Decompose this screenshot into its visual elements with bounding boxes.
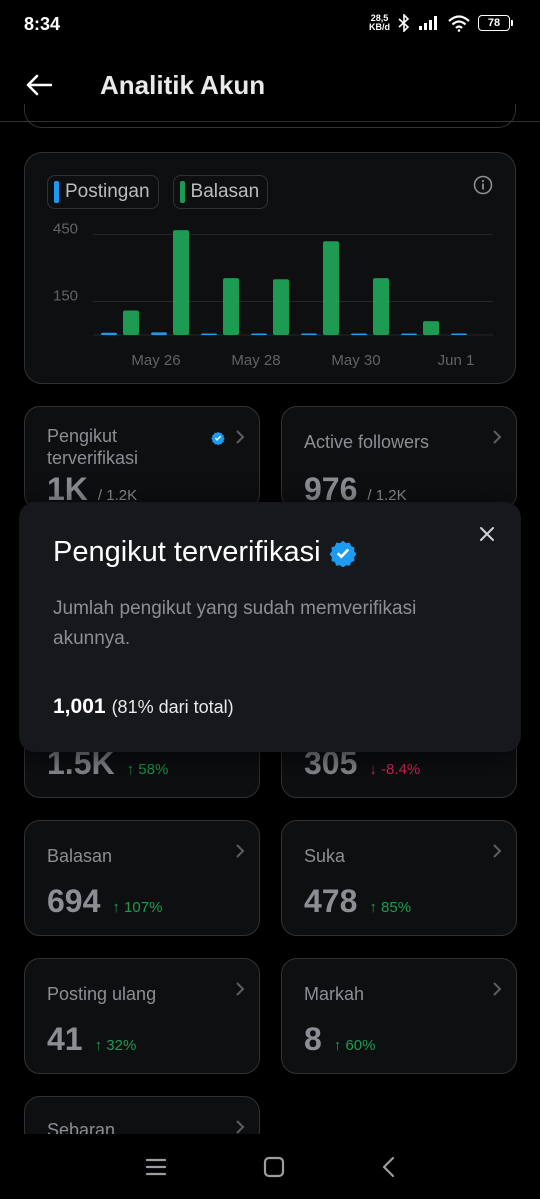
card-delta: ↑ 85% (369, 899, 412, 916)
chevron-right-icon (493, 844, 502, 858)
y-tick-label: 150 (53, 288, 78, 305)
bar-postingan (151, 332, 167, 335)
x-tick-label: Jun 1 (438, 352, 475, 369)
home-icon[interactable] (263, 1156, 285, 1178)
bar-postingan (201, 333, 217, 335)
card-label: Active followers (304, 432, 430, 452)
popup-stat: 1,001 (81% dari total) (53, 695, 234, 719)
bar-postingan (451, 333, 467, 335)
card-value: 694 ↑ 107% (47, 883, 163, 919)
card-reposts[interactable]: Posting ulang 41 ↑ 32% (24, 958, 260, 1074)
activity-chart-card: Postingan Balasan 450 150 May 26 May 28 May … (24, 152, 516, 384)
bar-postingan (351, 333, 367, 335)
bar-balasan (323, 241, 339, 335)
card-delta: ↓ -8.4% (369, 761, 421, 778)
card-delta: ↑ 58% (126, 761, 169, 778)
arrow-left-icon (26, 74, 52, 96)
network-speed: 28,5 KB/d (369, 13, 390, 32)
bar-postingan (251, 333, 267, 335)
chevron-right-icon (236, 430, 245, 444)
card-label: Suka (304, 846, 346, 866)
card-value: 41 ↑ 32% (47, 1021, 137, 1057)
bar-balasan (123, 310, 139, 335)
bar-postingan (301, 333, 317, 335)
card-verified-followers[interactable]: Pengikut terverifikasi 1K/ 1.2K (24, 406, 260, 510)
chevron-right-icon (236, 982, 245, 996)
verified-followers-popup: Pengikut terverifikasi Jumlah pengikut y… (19, 502, 521, 752)
back-button[interactable] (22, 68, 56, 102)
card-label: Posting ulang (47, 984, 157, 1004)
status-icons: 28,5 KB/d 78 (369, 13, 513, 32)
menu-icon[interactable] (145, 1158, 167, 1176)
popup-description: Jumlah pengikut yang sudah memverifikasi… (53, 598, 417, 649)
close-button[interactable] (475, 522, 499, 546)
card-label: Pengikut terverifikasi (47, 426, 139, 468)
battery-indicator: 78 (478, 15, 513, 31)
card-active-followers[interactable]: Active followers 976/ 1.2K (281, 406, 517, 510)
chevron-right-icon (493, 982, 502, 996)
card-value: 478 ↑ 85% (304, 883, 412, 919)
bar-balasan (273, 279, 289, 335)
chevron-right-icon (236, 844, 245, 858)
card-label: Markah (304, 984, 365, 1004)
card-delta: ↑ 60% (333, 1037, 376, 1054)
popup-count: 1,001 (53, 695, 106, 718)
x-tick-label: May 26 (131, 352, 180, 369)
card-likes[interactable]: Suka 478 ↑ 85% (281, 820, 517, 936)
card-delta: ↑ 107% (112, 899, 163, 916)
close-icon (480, 527, 494, 541)
bluetooth-icon (398, 14, 410, 32)
popup-percent: (81% dari total) (111, 697, 234, 717)
card-bookmarks[interactable]: Markah 8 ↑ 60% (281, 958, 517, 1074)
bar-balasan (223, 278, 239, 335)
status-time: 8:34 (24, 14, 61, 34)
card-delta: ↑ 32% (94, 1037, 137, 1054)
signal-icon (419, 16, 437, 30)
system-nav-bar (0, 1134, 540, 1199)
bar-postingan (401, 333, 417, 335)
card-replies[interactable]: Balasan 694 ↑ 107% (24, 820, 260, 936)
chevron-right-icon (236, 1120, 245, 1134)
bar-balasan (423, 321, 439, 335)
bar-balasan (173, 230, 189, 335)
previous-card-edge (24, 104, 516, 128)
bar-postingan (101, 332, 117, 335)
card-label: Balasan (47, 846, 113, 866)
verified-badge-icon (211, 431, 225, 445)
chevron-right-icon (493, 430, 502, 444)
popup-title: Pengikut terverifikasi (53, 536, 357, 569)
bar-chart: 450 150 May 26 May 28 May 30 Jun 1 (53, 221, 493, 369)
page-title: Analitik Akun (100, 70, 266, 100)
x-tick-label: May 30 (331, 352, 380, 369)
x-tick-label: May 28 (231, 352, 280, 369)
card-value: 8 ↑ 60% (304, 1021, 376, 1057)
wifi-icon (448, 14, 470, 32)
back-nav-icon[interactable] (381, 1156, 395, 1178)
verified-badge-icon (329, 540, 356, 567)
bar-balasan (373, 278, 389, 335)
y-tick-label: 450 (53, 221, 78, 238)
status-bar: 8:34 28,5 KB/d 78 (0, 0, 540, 48)
